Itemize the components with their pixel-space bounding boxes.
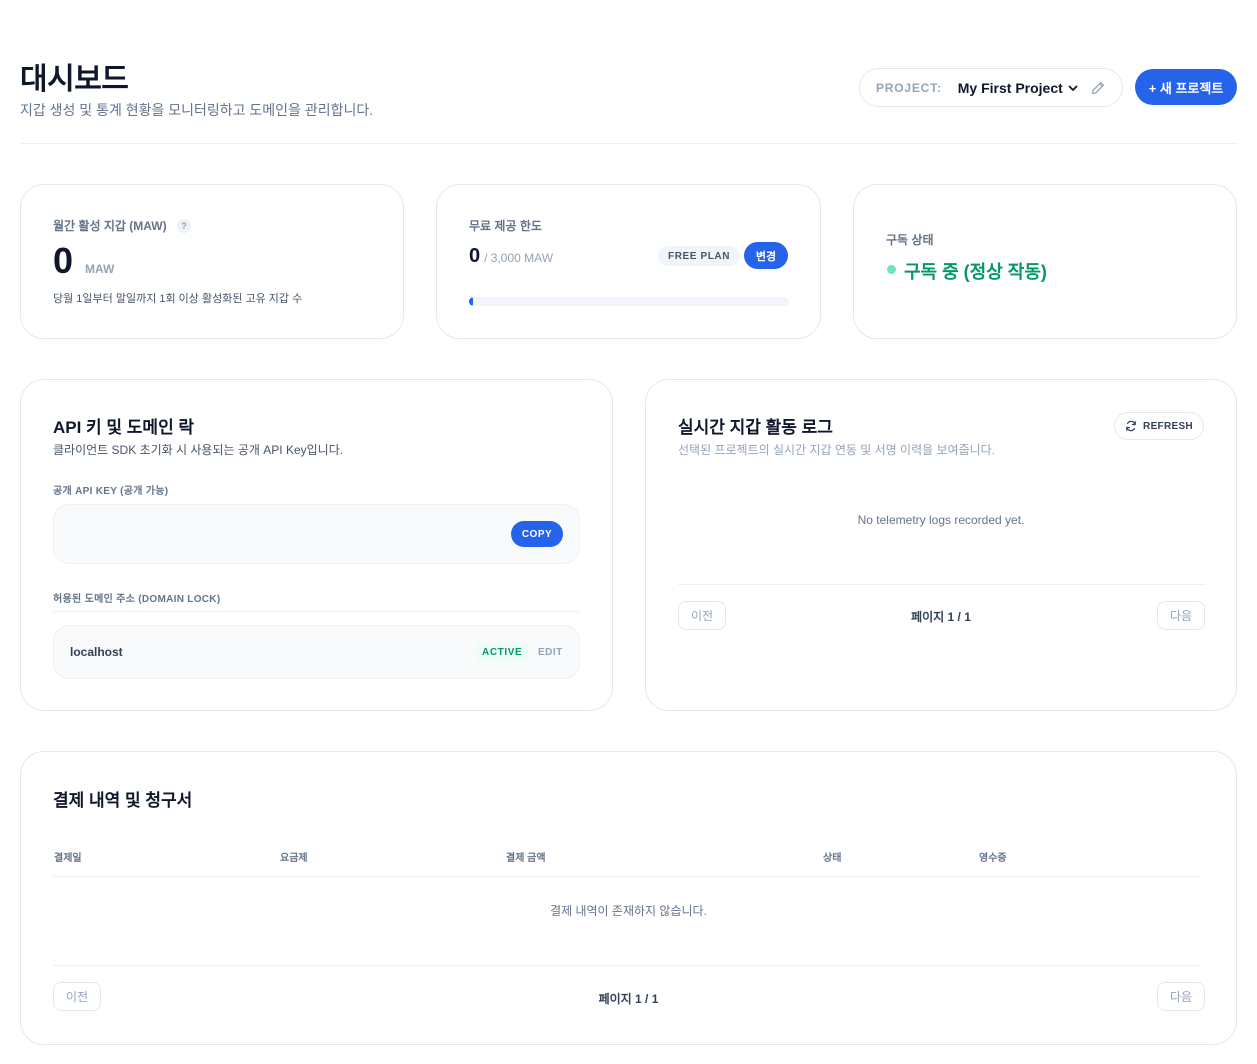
- column-header-plan: 요금제: [280, 853, 308, 864]
- activity-page-indicator: 페이지 1 / 1: [911, 610, 971, 624]
- activity-log-title: 실시간 지갑 활동 로그: [678, 418, 833, 437]
- billing-page-indicator: 페이지 1 / 1: [598, 992, 659, 1006]
- billing-footer-divider: [53, 965, 1201, 966]
- change-plan-button[interactable]: 변경: [744, 242, 788, 269]
- free-quota-usage: 0 / 3,000 MAW: [469, 245, 553, 268]
- free-quota-label: 무료 제공 한도: [469, 219, 542, 233]
- help-icon[interactable]: ?: [177, 218, 192, 233]
- maw-card: 월간 활성 지갑 (MAW) ? 0 MAW 당월 1일부터 말일까지 1회 이…: [20, 184, 404, 339]
- pencil-icon[interactable]: [1090, 80, 1106, 96]
- status-dot-icon: [887, 265, 896, 274]
- billing-empty-state: 결제 내역이 존재하지 않습니다.: [550, 904, 707, 918]
- subscription-label: 구독 상태: [886, 233, 934, 247]
- api-section-description: 클라이언트 SDK 초기화 시 사용되는 공개 API Key입니다.: [53, 443, 344, 457]
- new-project-button[interactable]: + 새 프로젝트: [1135, 69, 1237, 105]
- billing-next-button[interactable]: 다음: [1157, 982, 1206, 1011]
- column-header-date: 결제일: [54, 853, 82, 864]
- domain-lock-label: 허용된 도메인 주소 (DOMAIN LOCK): [53, 594, 221, 605]
- activity-empty-state: No telemetry logs recorded yet.: [857, 513, 1025, 527]
- project-label: PROJECT:: [876, 80, 942, 95]
- maw-label-row: 월간 활성 지갑 (MAW) ?: [53, 217, 192, 235]
- copy-button[interactable]: COPY: [511, 521, 563, 547]
- api-key-card: API 키 및 도메인 락 클라이언트 SDK 초기화 시 사용되는 공개 AP…: [20, 379, 613, 711]
- refresh-icon: [1126, 420, 1136, 432]
- project-name: My First Project: [957, 79, 1063, 96]
- activity-log-card: 실시간 지갑 활동 로그 선택된 프로젝트의 실시간 지갑 연동 및 서명 이력…: [645, 379, 1237, 711]
- domain-name: localhost: [70, 645, 123, 659]
- column-header-receipt: 영수증: [979, 853, 1007, 864]
- billing-title: 결제 내역 및 청구서: [53, 791, 193, 810]
- subscription-status: 구독 중 (정상 작동): [904, 262, 1047, 282]
- maw-hint: 당월 1일부터 말일까지 1회 이상 활성화된 고유 지갑 수: [53, 293, 303, 305]
- plan-badge: FREE PLAN: [658, 246, 741, 266]
- maw-value: 0: [53, 240, 74, 281]
- free-quota-used: 0: [469, 245, 481, 267]
- free-quota-card: 무료 제공 한도 0 / 3,000 MAW FREE PLAN 변경: [436, 184, 821, 339]
- domain-status-badge: ACTIVE: [476, 643, 529, 661]
- domain-edit-button[interactable]: EDIT: [538, 647, 563, 658]
- billing-header-divider: [53, 876, 1201, 877]
- subscription-card: 구독 상태 구독 중 (정상 작동): [853, 184, 1237, 339]
- quota-progress-fill: [469, 297, 473, 306]
- column-header-status: 상태: [823, 853, 842, 864]
- maw-unit: MAW: [85, 262, 115, 276]
- maw-label: 월간 활성 지갑 (MAW): [53, 219, 167, 233]
- api-key-label: 공개 API KEY (공개 가능): [53, 486, 169, 497]
- api-section-title: API 키 및 도메인 락: [53, 418, 195, 437]
- refresh-button[interactable]: REFRESH: [1114, 412, 1204, 440]
- activity-next-button[interactable]: 다음: [1157, 601, 1206, 630]
- quota-progress-bar: [469, 297, 789, 306]
- page-subtitle: 지갑 생성 및 통계 현황을 모니터링하고 도메인을 관리합니다.: [20, 102, 374, 118]
- chevron-down-icon: [1068, 85, 1078, 91]
- page-title: 대시보드: [20, 63, 129, 96]
- free-quota-total: / 3,000 MAW: [484, 251, 554, 265]
- header-divider: [20, 143, 1237, 144]
- column-header-amount: 결제 금액: [506, 853, 546, 864]
- activity-log-description: 선택된 프로젝트의 실시간 지갑 연동 및 서명 이력을 보여줍니다.: [678, 443, 996, 457]
- billing-card: 결제 내역 및 청구서 결제일 요금제 결제 금액 상태 영수증 결제 내역이 …: [20, 751, 1237, 1045]
- api-key-field[interactable]: COPY: [53, 504, 580, 564]
- project-selector[interactable]: PROJECT: My First Project: [859, 68, 1123, 107]
- domain-divider: [53, 611, 580, 612]
- refresh-label: REFRESH: [1143, 420, 1193, 432]
- activity-divider: [678, 584, 1205, 585]
- domain-row: localhost ACTIVE EDIT: [53, 625, 580, 679]
